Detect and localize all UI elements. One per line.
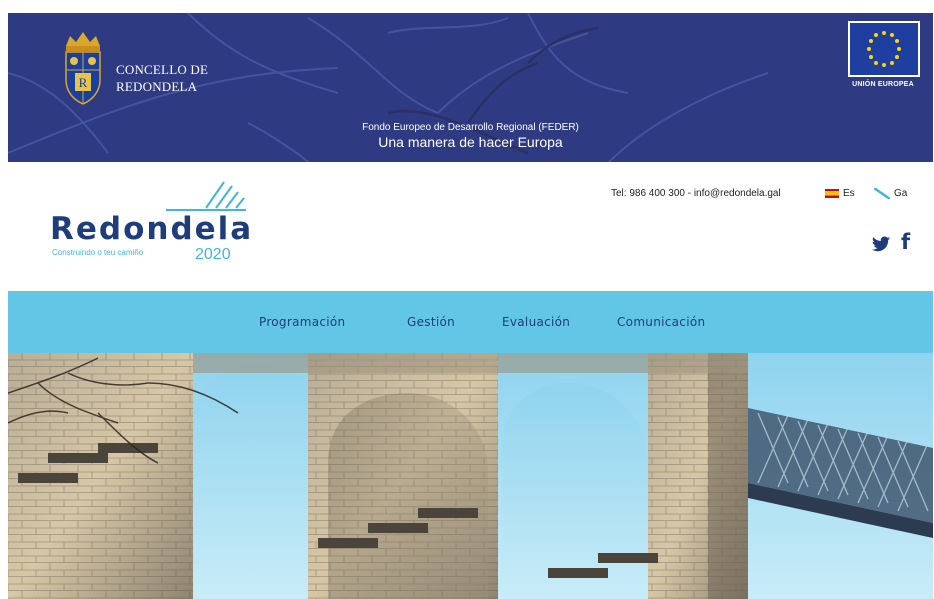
eu-label: UNIÓN EUROPEA: [852, 81, 914, 88]
site-logo[interactable]: Redondela Construindo o teu camiño 2020: [50, 178, 254, 278]
nav-item-comunicacion[interactable]: Comunicación: [617, 315, 705, 329]
galicia-flag-icon: [874, 188, 890, 199]
page: R CONCELLO DE REDONDELA UNIÓN EUROPEA Fo…: [0, 0, 934, 599]
language-es-link[interactable]: Es: [825, 188, 855, 199]
logo-wordmark: Redondela: [50, 211, 254, 247]
aqueduct-illustration: [8, 353, 933, 599]
language-gl-label: Ga: [894, 188, 908, 199]
hero-image: [8, 353, 933, 599]
twitter-icon[interactable]: [872, 236, 890, 252]
contact-info[interactable]: Tel: 986 400 300 - info@redondela.gal: [611, 188, 781, 199]
institutional-banner: R CONCELLO DE REDONDELA UNIÓN EUROPEA Fo…: [8, 13, 933, 162]
nav-item-gestion[interactable]: Gestión: [407, 315, 455, 329]
council-name-line1: CONCELLO DE: [116, 62, 209, 77]
council-name: CONCELLO DE REDONDELA: [116, 61, 208, 95]
nav-item-programacion[interactable]: Programación: [259, 315, 345, 329]
nav-item-evaluacion[interactable]: Evaluación: [502, 315, 570, 329]
spain-flag-icon: [825, 189, 839, 198]
feder-slogan: Una manera de hacer Europa: [378, 134, 563, 150]
coat-of-arms-icon: R: [65, 32, 101, 105]
council-name-line2: REDONDELA: [116, 79, 198, 94]
language-es-label: Es: [843, 188, 855, 199]
site-header: Redondela Construindo o teu camiño 2020 …: [8, 162, 933, 291]
logo-year: 2020: [195, 246, 231, 263]
feder-text: Fondo Europeo de Desarrollo Regional (FE…: [8, 121, 933, 151]
svg-text:R: R: [79, 75, 88, 90]
main-navigation: Programación Gestión Evaluación Comunica…: [8, 291, 933, 353]
eu-flag-icon: [848, 21, 920, 77]
logo-tagline: Construindo o teu camiño: [52, 248, 144, 257]
facebook-icon[interactable]: f: [901, 230, 910, 254]
language-gl-link[interactable]: Ga: [874, 188, 907, 199]
eu-logo: UNIÓN EUROPEA: [844, 21, 922, 91]
feder-title: Fondo Europeo de Desarrollo Regional (FE…: [362, 122, 579, 133]
